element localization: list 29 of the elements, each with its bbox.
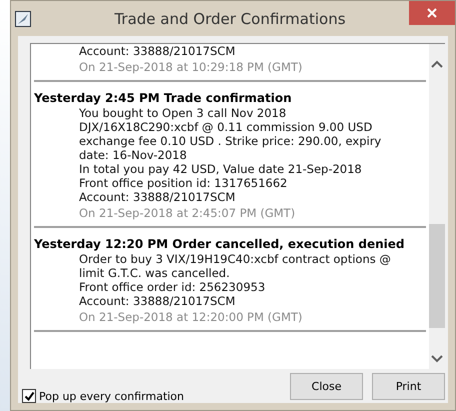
entry-text: Account: 33888/21017SCM <box>78 190 236 204</box>
entry-text: exchange fee 0.10 USD . Strike price: 290.00, expiry <box>78 134 382 148</box>
entry-heading: Yesterday 12:20 PM Order cancelled, execution denied <box>34 236 406 252</box>
app-icon <box>15 10 31 26</box>
entry-text: Account: 33888/21017SCM <box>78 44 236 58</box>
scroll-up-icon[interactable] <box>431 60 443 68</box>
dialog-button[interactable]: Print <box>372 372 445 400</box>
scroll-down-icon[interactable] <box>431 355 443 363</box>
scroll-thumb[interactable] <box>429 224 445 328</box>
dialog-button[interactable]: Close <box>290 372 363 400</box>
checkbox-label: Pop up every confirmation <box>39 390 184 402</box>
window-title: Trade and Order Confirmations <box>113 10 347 28</box>
scrollbar[interactable] <box>429 44 445 369</box>
entry-timestamp: On 21-Sep-2018 at 2:45:07 PM (GMT) <box>78 205 296 222</box>
entry-text: You bought to Open 3 call Nov 2018 <box>78 106 288 120</box>
entry-text: In total you pay 42 USD, Value date 21-Sep-2018 <box>78 162 363 176</box>
entry-text: Order to buy 3 VIX/19H19C40:xcbf contract options @ <box>78 252 392 266</box>
entry-text: Account: 33888/21017SCM <box>78 294 236 308</box>
entry-text: date: 16-Nov-2018 <box>78 148 188 162</box>
entry-heading: Yesterday 2:45 PM Trade confirmation <box>34 90 293 106</box>
checkbox[interactable] <box>22 389 36 403</box>
entry-text: Front office order id: 256230953 <box>78 280 266 294</box>
entry-timestamp: On 21-Sep-2018 at 12:20:00 PM (GMT) <box>78 309 304 326</box>
close-button[interactable] <box>409 1 455 25</box>
entry-text: DJX/16X18C290:xcbf @ 0.11 commission 9.00 USD <box>78 120 374 134</box>
entry-timestamp: On 21-Sep-2018 at 10:29:18 PM (GMT) <box>78 59 304 76</box>
entry-text: limit G.T.C. was cancelled. <box>78 266 231 280</box>
entry-text: Front office position id: 1317651662 <box>78 176 288 190</box>
close-icon <box>427 8 437 18</box>
